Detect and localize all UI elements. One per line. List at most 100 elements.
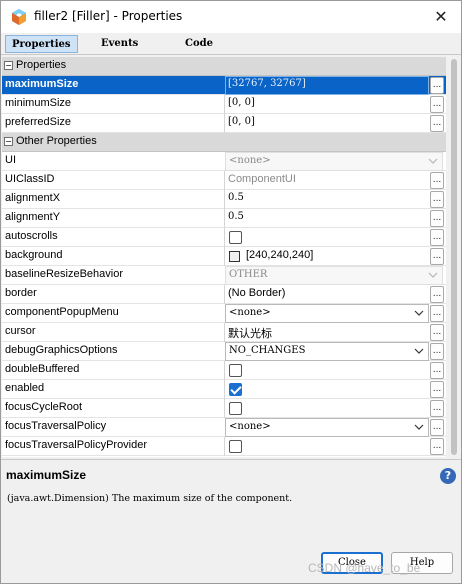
ui-combo: <none> [225,152,443,171]
property-row-alignmentX[interactable]: alignmentX 0.5 ... [2,190,446,209]
property-value: OTHER [229,269,268,280]
tab-events[interactable]: Events [95,35,144,53]
property-name: focusTraversalPolicy [5,420,107,432]
properties-dialog: filler2 [Filler] - Properties ✕ Properti… [0,0,462,584]
watermark-text: CSDN @have_to_be [308,561,421,575]
property-row-preferredSize[interactable]: preferredSize [0, 0] ... [2,114,446,133]
property-name: componentPopupMenu [5,306,119,318]
custom-editor-button[interactable]: ... [430,172,444,189]
custom-editor-button[interactable]: ... [430,343,444,360]
focus-cycle-root-checkbox[interactable] [229,402,242,415]
collapse-icon[interactable]: − [4,137,13,146]
tab-properties[interactable]: Properties [5,35,78,53]
custom-editor-button[interactable]: ... [430,229,444,246]
custom-editor-button[interactable]: ... [430,77,444,94]
property-name: background [5,249,63,261]
property-value[interactable]: <none> [229,307,429,318]
property-value[interactable]: (No Border) [228,287,428,299]
column-divider [224,228,225,247]
double-buffered-checkbox[interactable] [229,364,242,377]
category-other-properties[interactable]: − Other Properties [2,133,446,152]
focus-traversal-policy-combo[interactable]: <none> [225,418,429,437]
column-divider [224,323,225,342]
title-bar: filler2 [Filler] - Properties ✕ [1,1,461,33]
scrollbar-thumb[interactable] [451,59,457,455]
column-divider [224,114,225,133]
debug-graphics-combo[interactable]: NO_CHANGES [225,342,429,361]
chevron-down-icon[interactable] [414,308,424,318]
property-row-UIClassID[interactable]: UIClassID ComponentUI ... [2,171,446,190]
property-value[interactable]: 默认光标 [228,325,428,341]
vertical-scrollbar[interactable] [447,57,461,457]
property-name: UI [5,154,16,166]
category-label: Other Properties [16,135,97,147]
property-row-alignmentY[interactable]: alignmentY 0.5 ... [2,209,446,228]
property-row-border[interactable]: border (No Border) ... [2,285,446,304]
property-name: alignmentX [5,192,61,204]
custom-editor-button[interactable]: ... [430,286,444,303]
tab-bar: Properties Events Code [1,33,461,55]
property-value[interactable]: 0.5 [228,192,428,203]
custom-editor-button[interactable]: ... [430,362,444,379]
custom-editor-button[interactable]: ... [430,96,444,113]
custom-editor-button[interactable]: ... [430,210,444,227]
property-name: baselineResizeBehavior [5,268,124,280]
custom-editor-button[interactable]: ... [430,248,444,265]
column-divider [224,361,225,380]
property-name: UIClassID [5,173,55,185]
chevron-down-icon[interactable] [414,422,424,432]
autoscrolls-checkbox[interactable] [229,231,242,244]
property-name: debugGraphicsOptions [5,344,118,356]
property-row-cursor[interactable]: cursor 默认光标 ... [2,323,446,342]
custom-editor-button[interactable]: ... [430,324,444,341]
help-icon[interactable]: ? [440,468,456,484]
property-row-background[interactable]: background [240,240,240] ... [2,247,446,266]
property-value[interactable]: <none> [229,421,429,432]
custom-editor-button[interactable]: ... [430,305,444,322]
property-name: autoscrolls [5,230,58,242]
property-row-UI[interactable]: UI <none> [2,152,446,171]
property-row-enabled[interactable]: enabled ... [2,380,446,399]
window-title: filler2 [Filler] - Properties [34,9,183,23]
property-name: alignmentY [5,211,61,223]
chevron-down-icon[interactable] [414,346,424,356]
property-row-minimumSize[interactable]: minimumSize [0, 0] ... [2,95,446,114]
custom-editor-button[interactable]: ... [430,400,444,417]
property-value[interactable]: [0, 0] [228,116,428,127]
column-divider [224,95,225,114]
property-value[interactable]: 0.5 [228,211,428,222]
property-value[interactable]: [0, 0] [228,97,428,108]
description-text: (java.awt.Dimension) The maximum size of… [7,493,293,504]
property-row-autoscrolls[interactable]: autoscrolls ... [2,228,446,247]
focus-traversal-provider-checkbox[interactable] [229,440,242,453]
custom-editor-button[interactable]: ... [430,438,444,455]
property-value[interactable]: [240,240,240] [246,249,446,261]
tab-code[interactable]: Code [179,35,219,53]
column-divider [224,285,225,304]
property-row-componentPopupMenu[interactable]: componentPopupMenu <none> ... [2,304,446,323]
property-value[interactable]: [32767, 32767] [228,78,428,89]
custom-editor-button[interactable]: ... [430,419,444,436]
custom-editor-button[interactable]: ... [430,115,444,132]
color-swatch [229,251,240,262]
property-value[interactable]: NO_CHANGES [229,345,429,356]
collapse-icon[interactable]: − [4,61,13,70]
property-row-focusCycleRoot[interactable]: focusCycleRoot ... [2,399,446,418]
property-row-baselineResizeBehavior[interactable]: baselineResizeBehavior OTHER [2,266,446,285]
property-name: preferredSize [5,116,72,128]
enabled-checkbox[interactable] [229,383,242,396]
close-icon[interactable]: ✕ [431,7,451,27]
popup-menu-combo[interactable]: <none> [225,304,429,323]
property-row-maximumSize[interactable]: maximumSize [32767, 32767] ... [2,76,446,95]
column-divider [224,171,225,190]
property-name: focusCycleRoot [5,401,83,413]
property-name: maximumSize [5,78,79,90]
property-row-debugGraphicsOptions[interactable]: debugGraphicsOptions NO_CHANGES ... [2,342,446,361]
custom-editor-button[interactable]: ... [430,381,444,398]
property-row-focusTraversalPolicyProvider[interactable]: focusTraversalPolicyProvider ... [2,437,446,456]
property-row-doubleBuffered[interactable]: doubleBuffered ... [2,361,446,380]
category-properties[interactable]: − Properties [2,57,446,76]
custom-editor-button[interactable]: ... [430,191,444,208]
property-row-focusTraversalPolicy[interactable]: focusTraversalPolicy <none> ... [2,418,446,437]
property-value: ComponentUI [228,173,296,185]
